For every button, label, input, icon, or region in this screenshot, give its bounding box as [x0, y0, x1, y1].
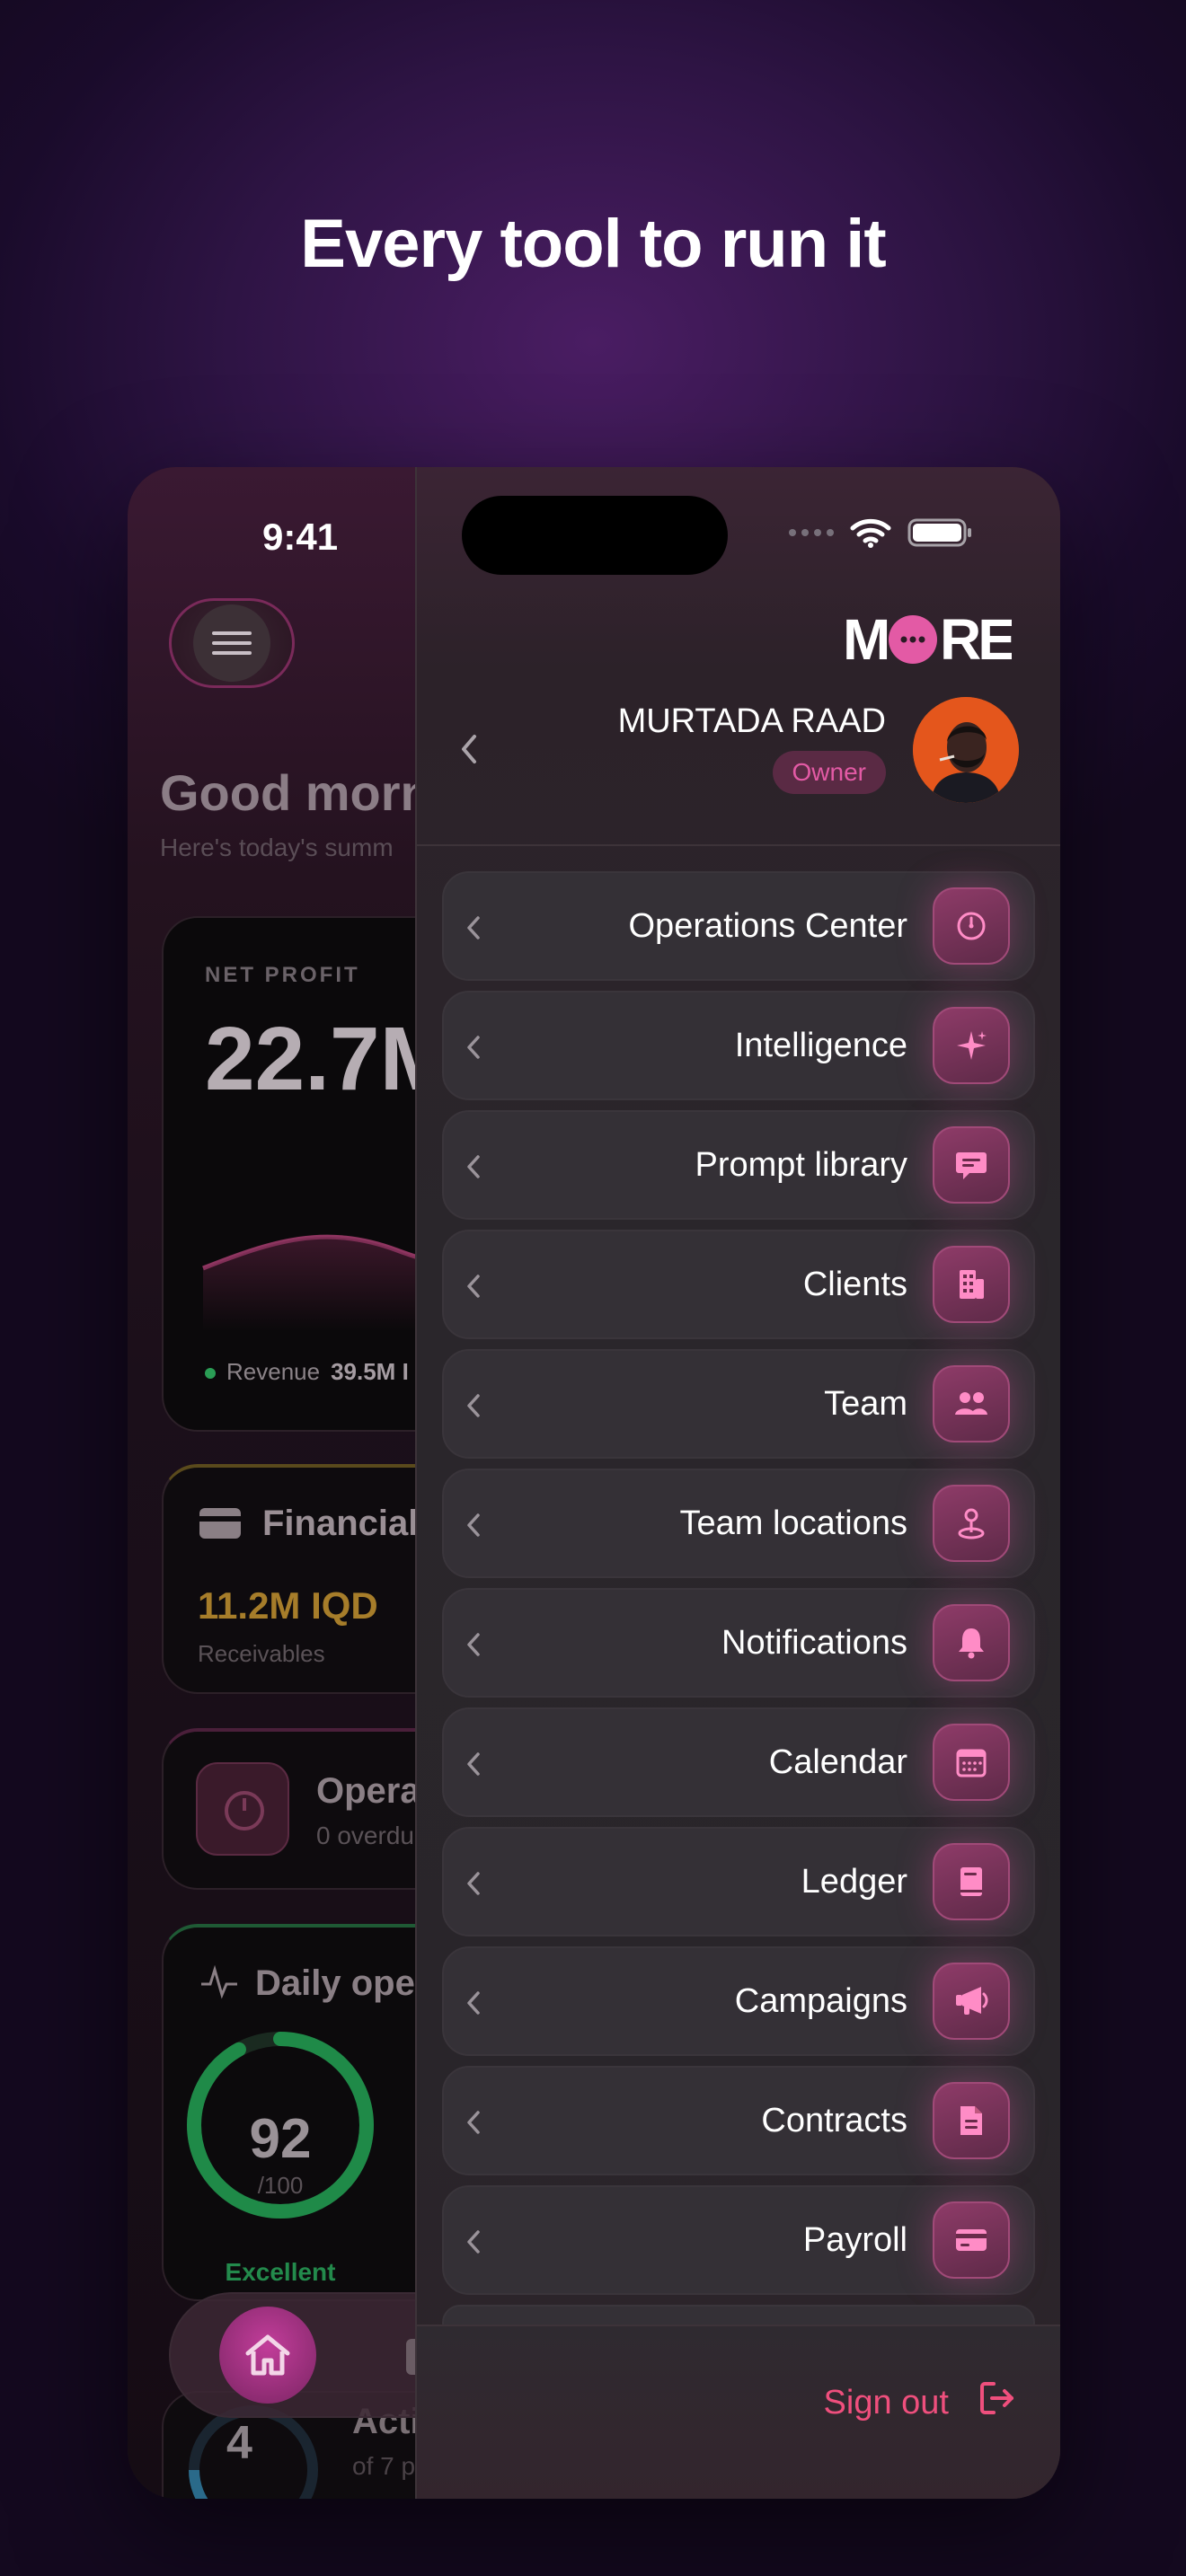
chevron-left-icon: [467, 1155, 480, 1178]
receivables-label: Receivables: [198, 1640, 325, 1667]
chevron-left-icon: [467, 2111, 480, 2134]
financial-title: Financial: [262, 1504, 419, 1543]
chevron-left-icon: [467, 1394, 480, 1417]
chevron-left-icon: [467, 2230, 480, 2254]
brand-letter-m: M: [843, 611, 888, 665]
menu-item-calendar[interactable]: Calendar: [442, 1707, 1035, 1817]
greeting: Good morn: [160, 764, 431, 821]
signal-icon: [789, 529, 834, 536]
divider: [417, 844, 1060, 846]
avatar[interactable]: [913, 697, 1019, 803]
tab-home[interactable]: [219, 2307, 316, 2404]
sign-out-label[interactable]: Sign out: [824, 2384, 949, 2422]
role-badge: Owner: [772, 751, 886, 794]
menu-item-label: Contracts: [761, 2102, 907, 2139]
drawer-menu: Operations Center Intelligence Prompt libr…: [442, 871, 1035, 2351]
location-pin-icon: [933, 1485, 1010, 1562]
wifi-icon: [850, 518, 891, 548]
chevron-left-icon: [467, 1036, 480, 1059]
chevron-left-icon: [467, 1752, 480, 1776]
menu-item-label: Notifications: [721, 1624, 907, 1662]
daily-title: Daily oper: [255, 1963, 429, 2003]
menu-item-clients[interactable]: Clients: [442, 1230, 1035, 1339]
chevron-left-icon: [467, 1991, 480, 2015]
chevron-left-icon[interactable]: [456, 731, 482, 767]
megaphone-icon: [933, 1963, 1010, 2040]
drawer-footer: Sign out: [417, 2325, 1060, 2499]
menu-item-intelligence[interactable]: Intelligence: [442, 991, 1035, 1100]
chevron-left-icon: [467, 1513, 480, 1537]
brand-logo: M RE: [843, 611, 1012, 665]
gauge-icon: [196, 1762, 289, 1856]
daily-title-row: Daily oper: [199, 1963, 429, 2009]
chevron-left-icon: [467, 1872, 480, 1895]
operations-title: Opera: [316, 1771, 420, 1811]
sign-out-icon[interactable]: [978, 2378, 1017, 2418]
status-time: 9:41: [262, 516, 339, 558]
people-icon: [933, 1365, 1010, 1442]
score-rating: Excellent: [225, 2258, 336, 2286]
menu-item-payroll[interactable]: Payroll: [442, 2185, 1035, 2295]
home-icon: [245, 2334, 290, 2376]
legend-dot-icon: [205, 1368, 216, 1380]
pulse-icon: [199, 1964, 239, 2009]
profile-name: MURTADA RAAD: [617, 702, 886, 740]
menu-item-campaigns[interactable]: Campaigns: [442, 1946, 1035, 2056]
sparkle-icon: [933, 1007, 1010, 1084]
score-max: /100: [257, 2172, 304, 2199]
dynamic-island: [462, 496, 728, 575]
credit-card-icon: [933, 2201, 1010, 2279]
net-profit-label: NET PROFIT: [205, 963, 360, 987]
menu-item-notifications[interactable]: Notifications: [442, 1588, 1035, 1698]
activity-count: 4: [226, 2417, 252, 2469]
bell-icon: [933, 1604, 1010, 1681]
menu-item-label: Calendar: [768, 1743, 907, 1781]
score-value: 92: [249, 2108, 312, 2170]
menu-item-ledger[interactable]: Ledger: [442, 1827, 1035, 1936]
menu-item-label: Team: [824, 1385, 907, 1423]
financial-title-row: Financial: [199, 1504, 418, 1544]
net-profit-legend: Revenue 39.5M I: [205, 1358, 409, 1386]
building-icon: [933, 1246, 1010, 1323]
menu-item-contracts[interactable]: Contracts: [442, 2066, 1035, 2175]
gauge-icon: [933, 887, 1010, 965]
chevron-left-icon: [467, 916, 480, 940]
receivables-value: 11.2M IQD: [198, 1584, 378, 1627]
battery-icon: [907, 518, 971, 547]
menu-item-operations-center[interactable]: Operations Center: [442, 871, 1035, 981]
phone-frame: 9:41 Good morn Here's today's summ NET P…: [128, 467, 1060, 2499]
menu-item-label: Operations Center: [628, 907, 908, 945]
greeting-subtitle: Here's today's summ: [160, 834, 394, 861]
menu-item-label: Team locations: [679, 1504, 907, 1542]
menu-item-label: Prompt library: [695, 1146, 908, 1184]
calendar-icon: [933, 1724, 1010, 1801]
chevron-left-icon: [467, 1633, 480, 1656]
status-icons: [789, 517, 974, 548]
menu-item-team-locations[interactable]: Team locations: [442, 1469, 1035, 1578]
menu-item-label: Intelligence: [734, 1027, 907, 1064]
menu-button[interactable]: [169, 598, 295, 688]
wallet-icon: [199, 1508, 241, 1539]
operations-subtitle: 0 overdu: [316, 1822, 414, 1849]
hamburger-icon: [193, 604, 270, 682]
menu-item-label: Campaigns: [734, 1982, 907, 2020]
chevron-left-icon: [467, 1275, 480, 1298]
brand-letters-re: RE: [940, 611, 1012, 665]
legend-label: Revenue: [226, 1358, 321, 1385]
book-icon: [933, 1843, 1010, 1920]
menu-item-label: Payroll: [802, 2221, 907, 2259]
menu-item-team[interactable]: Team: [442, 1349, 1035, 1459]
side-drawer: M RE MURTADA RAAD Owner Operations Cente…: [415, 467, 1060, 2499]
menu-item-prompt-library[interactable]: Prompt library: [442, 1110, 1035, 1220]
activity-subtitle: of 7 pr: [352, 2452, 424, 2480]
menu-item-label: Ledger: [801, 1863, 907, 1901]
legend-value: 39.5M I: [331, 1358, 409, 1385]
headline: Every tool to run it: [300, 206, 886, 282]
chat-bubble-icon: [933, 1126, 1010, 1204]
document-icon: [933, 2082, 1010, 2159]
menu-item-label: Clients: [802, 1266, 907, 1303]
